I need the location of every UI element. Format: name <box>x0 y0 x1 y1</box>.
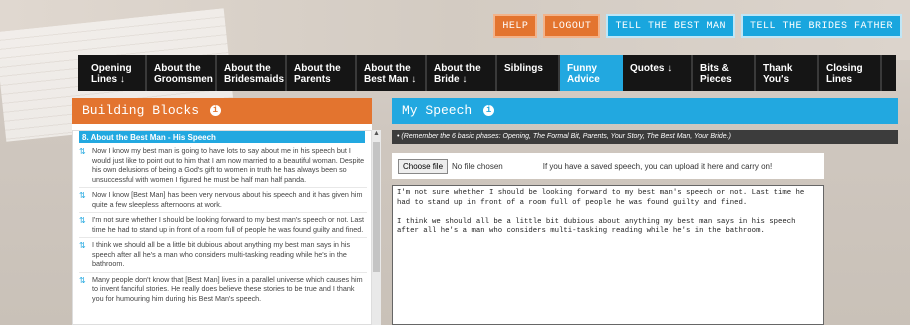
choose-file-button[interactable]: Choose file <box>398 158 449 174</box>
main-nav: Opening Lines ↓ About the Groomsmen Abou… <box>78 55 896 91</box>
list-item[interactable]: ⇅ Now I know my best man is going to have… <box>79 146 367 184</box>
blocks-list[interactable]: 8. About the Best Man - His Speech ⇅ Now … <box>72 130 372 325</box>
upload-hint: If you have a saved speech, you can uplo… <box>542 161 773 171</box>
nav-about-groomsmen[interactable]: About the Groomsmen <box>147 55 217 91</box>
info-icon[interactable]: i <box>209 105 221 117</box>
my-speech-title: My Speech <box>402 103 473 118</box>
my-speech-panel: My Speech i • (Remember the 6 basic phas… <box>392 98 898 325</box>
nav-bits-pieces[interactable]: Bits & Pieces <box>693 55 756 91</box>
move-icon[interactable]: ⇅ <box>79 276 89 304</box>
nav-about-best-man[interactable]: About the Best Man ↓ <box>357 55 427 91</box>
move-icon[interactable]: ⇅ <box>79 241 89 269</box>
move-icon[interactable]: ⇅ <box>79 216 89 234</box>
list-item[interactable]: ⇅ Now I know [Best Man] has been very ner… <box>79 187 367 209</box>
nav-about-bride[interactable]: About the Bride ↓ <box>427 55 497 91</box>
building-blocks-header: Building Blocks i <box>72 98 372 124</box>
nav-funny-advice[interactable]: Funny Advice <box>560 55 623 91</box>
building-blocks-title: Building Blocks <box>82 103 200 118</box>
tell-best-man-button[interactable]: TELL THE BEST MAN <box>606 14 735 38</box>
tip-bar: • (Remember the 6 basic phases: Opening,… <box>392 130 898 144</box>
nav-about-bridesmaids[interactable]: About the Bridesmaids <box>217 55 287 91</box>
help-button[interactable]: HELP <box>493 14 538 38</box>
top-button-bar: HELP LOGOUT TELL THE BEST MAN TELL THE B… <box>493 14 902 38</box>
list-item[interactable]: ⇅ Many people don't know that [Best Man] … <box>79 271 367 304</box>
move-icon[interactable]: ⇅ <box>79 191 89 209</box>
scrollbar-thumb[interactable] <box>373 142 380 272</box>
my-speech-header: My Speech i <box>392 98 898 124</box>
list-item[interactable]: ⇅ I think we should all be a little bit d… <box>79 237 367 269</box>
section-title: 8. About the Best Man - His Speech <box>79 131 365 143</box>
nav-thank-yous[interactable]: Thank You's <box>756 55 819 91</box>
nav-opening-lines[interactable]: Opening Lines ↓ <box>84 55 147 91</box>
speech-editor[interactable]: I'm not sure whether I should be looking… <box>392 185 824 325</box>
nav-about-parents[interactable]: About the Parents <box>287 55 357 91</box>
list-item[interactable]: ⇅ I'm not sure whether I should be lookin… <box>79 212 367 234</box>
nav-siblings[interactable]: Siblings <box>497 55 560 91</box>
scroll-up-icon[interactable]: ▲ <box>372 130 381 140</box>
logout-button[interactable]: LOGOUT <box>543 14 601 38</box>
tell-brides-father-button[interactable]: TELL THE BRIDES FATHER <box>740 14 902 38</box>
list-scrollbar[interactable]: ▲ <box>372 130 381 325</box>
move-icon[interactable]: ⇅ <box>79 147 89 184</box>
nav-closing-lines[interactable]: Closing Lines <box>819 55 882 91</box>
building-blocks-panel: Building Blocks i 8. About the Best Man … <box>72 98 381 325</box>
info-icon[interactable]: i <box>483 105 495 117</box>
file-status: No file chosen <box>452 161 503 171</box>
upload-row: Choose file No file chosen If you have a… <box>392 153 824 179</box>
nav-quotes[interactable]: Quotes ↓ <box>623 55 693 91</box>
